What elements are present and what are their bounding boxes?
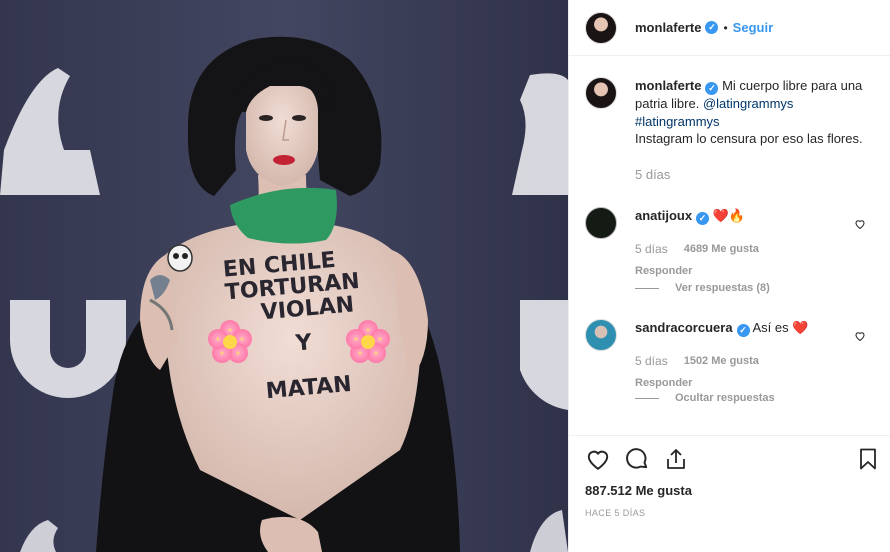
- comments-list[interactable]: monlaferte ✓ Mi cuerpo libre para una pat…: [569, 57, 890, 434]
- separator-dot: •: [723, 20, 728, 35]
- post-header: monlaferte ✓ • Seguir: [569, 0, 890, 56]
- follow-button[interactable]: Seguir: [733, 20, 773, 35]
- post-photo-image: EN CHILE TORTURAN VIOLAN Y MATAN: [0, 0, 568, 552]
- view-replies-label: Ver respuestas (8): [675, 282, 770, 294]
- verified-badge-icon: ✓: [736, 324, 750, 338]
- commenter-avatar[interactable]: [585, 319, 617, 351]
- replies-divider-line: [635, 397, 659, 399]
- author-username[interactable]: monlaferte: [635, 20, 701, 35]
- comment-time[interactable]: 5 días: [635, 353, 668, 371]
- skull-tattoo: [167, 244, 193, 272]
- view-replies-toggle[interactable]: Ver respuestas (8): [635, 282, 770, 294]
- comment-emoji: ❤️: [792, 320, 809, 335]
- comment-item: anatijoux ✓ ❤️🔥 5 días 4689 Me gusta Resp…: [585, 207, 880, 280]
- bookmark-icon[interactable]: [856, 446, 880, 472]
- comment-emoji: ❤️🔥: [712, 208, 746, 223]
- post-timestamp[interactable]: HACE 5 DÍAS: [585, 508, 645, 518]
- share-icon[interactable]: [664, 446, 688, 472]
- like-comment-heart-icon[interactable]: [854, 330, 866, 342]
- verified-badge-icon: ✓: [705, 82, 719, 96]
- commenter-username[interactable]: sandracorcuera: [635, 320, 733, 335]
- commenter-avatar[interactable]: [585, 207, 617, 239]
- commenter-username[interactable]: anatijoux: [635, 208, 692, 223]
- hide-replies-label: Ocultar respuestas: [675, 392, 775, 404]
- mention-link[interactable]: @latingrammys: [703, 96, 794, 111]
- post-actions: 887.512 Me gusta HACE 5 DÍAS: [569, 435, 890, 552]
- author-avatar[interactable]: [585, 11, 617, 44]
- comment-text: Así es: [752, 320, 789, 335]
- caption: monlaferte ✓ Mi cuerpo libre para una pat…: [585, 77, 880, 183]
- like-comment-heart-icon[interactable]: [854, 218, 866, 230]
- caption-avatar[interactable]: [585, 77, 617, 109]
- replies-divider-line: [635, 287, 659, 289]
- bodypaint-line-4: Y: [294, 330, 314, 356]
- caption-time[interactable]: 5 días: [635, 166, 670, 184]
- caption-username[interactable]: monlaferte: [635, 78, 701, 93]
- verified-badge-icon: ✓: [705, 21, 719, 34]
- caption-text-2: Instagram lo censura por eso las flores.: [635, 131, 863, 147]
- hide-replies-toggle[interactable]: Ocultar respuestas: [635, 392, 775, 404]
- comment-item: sandracorcuera ✓ Así es ❤️ 5 días 1502 Me…: [585, 319, 880, 392]
- post-photo[interactable]: EN CHILE TORTURAN VIOLAN Y MATAN: [0, 0, 568, 552]
- reply-button[interactable]: Responder: [635, 375, 880, 393]
- post-likes-count[interactable]: 887.512 Me gusta: [585, 483, 692, 498]
- post-side-panel: monlaferte ✓ • Seguir monlaferte ✓ Mi cue…: [568, 0, 890, 552]
- comment-likes[interactable]: 1502 Me gusta: [684, 353, 759, 371]
- reply-button[interactable]: Responder: [635, 263, 880, 281]
- red-lips: [273, 155, 295, 165]
- hashtag-link[interactable]: #latingrammys: [635, 114, 720, 129]
- comment-likes[interactable]: 4689 Me gusta: [684, 241, 759, 259]
- comment-time[interactable]: 5 días: [635, 241, 668, 259]
- verified-badge-icon: ✓: [696, 212, 710, 226]
- comment-icon[interactable]: [624, 446, 650, 472]
- heart-icon[interactable]: [585, 446, 611, 472]
